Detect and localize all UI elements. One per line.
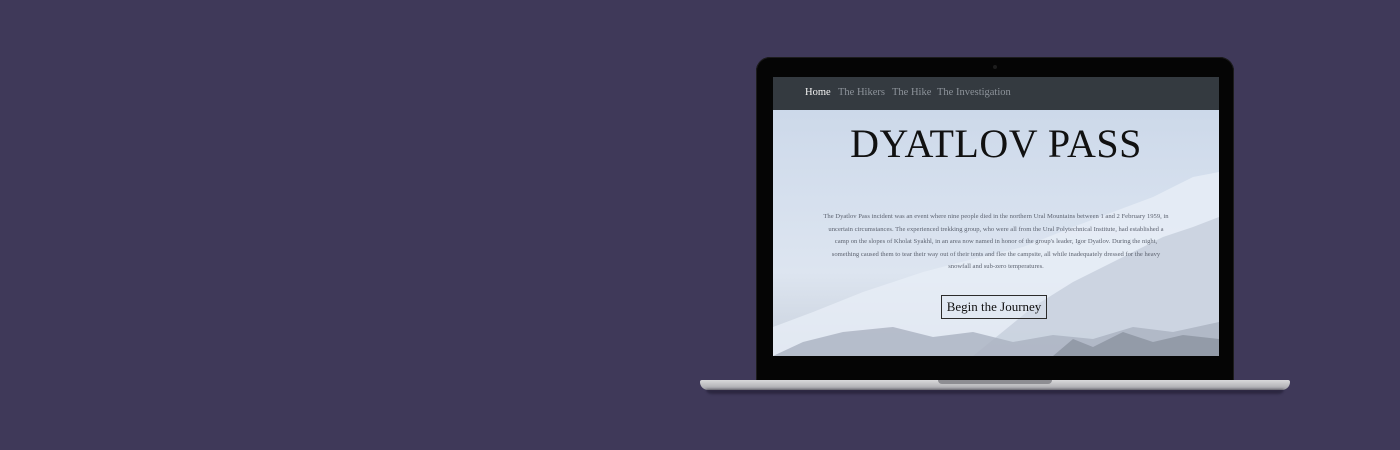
nav-link-the-hikers[interactable]: The Hikers <box>838 87 885 98</box>
nav-link-the-hike[interactable]: The Hike <box>892 87 931 98</box>
nav-link-home[interactable]: Home <box>805 87 831 98</box>
laptop-screen: Home The Hikers The Hike The Investigati… <box>773 77 1219 356</box>
navbar: Home The Hikers The Hike The Investigati… <box>773 77 1219 110</box>
laptop-hinge-notch <box>938 380 1052 384</box>
nav-link-the-investigation[interactable]: The Investigation <box>937 87 1011 98</box>
begin-journey-button[interactable]: Begin the Journey <box>941 295 1047 319</box>
webcam-icon <box>993 65 997 69</box>
hero-title: DYATLOV PASS <box>850 121 1142 166</box>
laptop-base-shadow <box>706 389 1284 394</box>
hero-description: The Dyatlov Pass incident was an event w… <box>823 213 1169 271</box>
